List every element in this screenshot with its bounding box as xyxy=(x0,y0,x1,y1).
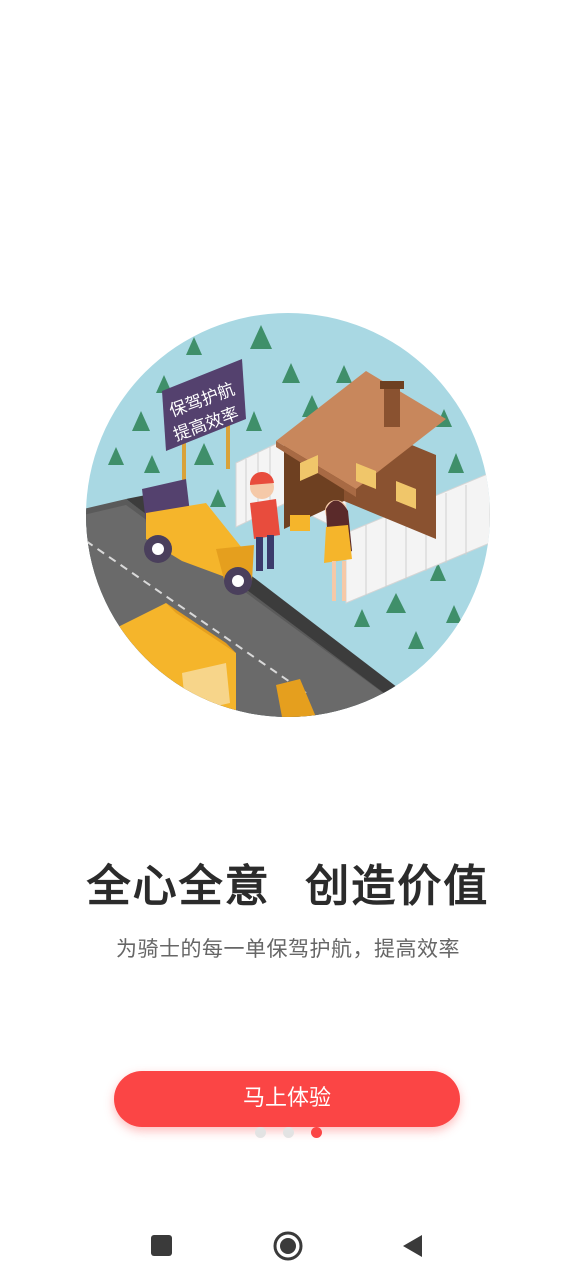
subheadline: 为骑士的每一单保驾护航，提高效率 xyxy=(116,937,460,961)
home-button[interactable] xyxy=(268,1228,308,1264)
delivery-scene-illustration: 保驾护航 提高效率 xyxy=(86,313,490,717)
recent-apps-icon xyxy=(151,1235,172,1256)
headline: 全心全意 创造价值 xyxy=(86,861,490,912)
system-navigation-bar xyxy=(0,1212,576,1280)
page-dot-2 xyxy=(283,1127,294,1138)
recent-apps-button[interactable] xyxy=(141,1228,181,1264)
try-now-button[interactable]: 马上体验 xyxy=(114,1071,460,1127)
page-dot-1 xyxy=(255,1127,266,1138)
back-button[interactable] xyxy=(393,1228,433,1264)
onboarding-illustration: 保驾护航 提高效率 xyxy=(86,313,490,717)
back-icon xyxy=(403,1235,422,1257)
home-icon xyxy=(273,1231,303,1261)
page-indicator xyxy=(0,1127,576,1139)
page-dot-3-active xyxy=(311,1127,322,1138)
